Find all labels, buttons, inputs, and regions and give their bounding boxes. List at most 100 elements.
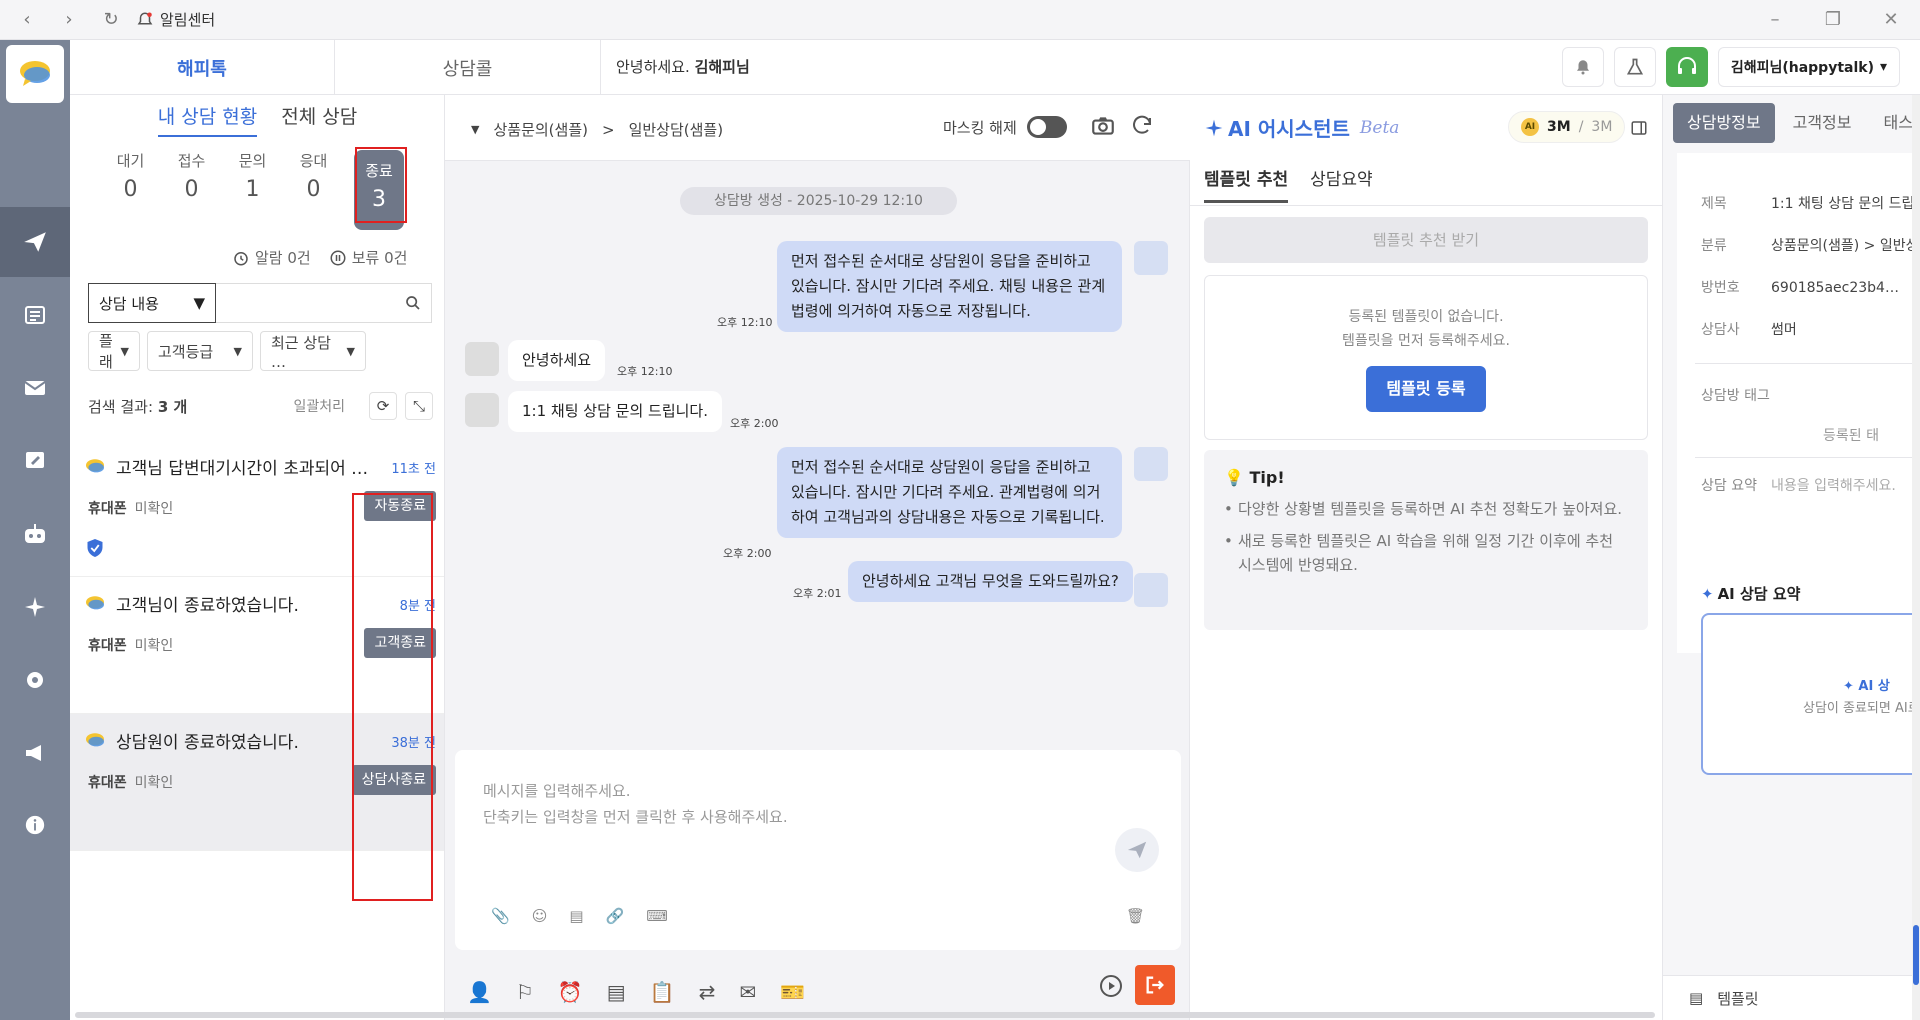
sidebar-item-chat[interactable] (0, 207, 70, 277)
exit-icon (1146, 976, 1164, 994)
sidebar-item-bot[interactable] (0, 499, 70, 569)
user-check-icon[interactable]: 👤 (467, 980, 492, 1004)
count-waiting[interactable]: 대기 0 (100, 150, 161, 230)
count-received[interactable]: 접수 0 (161, 150, 222, 230)
chat-panel: ▼ 상품문의(샘플) > 일반상담(샘플) 마스킹 해제 상담방 생성 - 20… (445, 95, 1190, 1020)
hold-label: 보류 0건 (351, 249, 408, 267)
search-icon[interactable] (405, 295, 421, 311)
consultation-list-panel: 내 상담 현황 전체 상담 대기 0 접수 0 문의 1 응대 0 종료 3 알람 0건 … (70, 95, 445, 1020)
tab-all-consult[interactable]: 전체 상담 (281, 95, 357, 139)
message-input[interactable]: 메시지를 입력해주세요. 단축키는 입력창을 먼저 클릭한 후 사용해주세요. … (455, 750, 1181, 950)
agent-avatar-icon (1134, 573, 1168, 607)
toggle-switch[interactable] (1026, 116, 1067, 138)
agent-message: 먼저 접수된 순서대로 상담원이 응답을 준비하고 있습니다. 잠시만 기다려 … (777, 241, 1122, 332)
message-time: 오후 12:10 (617, 365, 673, 378)
refresh-icon[interactable]: ↻ (96, 9, 126, 30)
item-title-text: 고객님이 종료하였습니다. (116, 596, 299, 616)
tab-room-info[interactable]: 상담방정보 (1673, 103, 1775, 143)
panel-toggle-icon[interactable] (1630, 119, 1648, 137)
agent-status-button[interactable] (1665, 47, 1708, 87)
tab-my-status[interactable]: 내 상담 현황 (157, 95, 258, 137)
collapse-icon[interactable]: ⤡ (405, 392, 433, 420)
hold-count[interactable]: 보류 0건 (329, 247, 408, 268)
notification-center[interactable]: 알림센터 (136, 9, 215, 30)
sidebar-item-settings[interactable] (0, 645, 70, 715)
summary-input[interactable]: 내용을 입력해주세요. (1771, 478, 1896, 494)
tab-summary[interactable]: 상담요약 (1310, 165, 1373, 203)
scrollbar-thumb[interactable] (1913, 925, 1919, 985)
search-input[interactable] (216, 283, 432, 323)
breadcrumb-category[interactable]: 상품문의(샘플) (493, 119, 588, 140)
user-dropdown[interactable]: 김해피님(happytalk) ▾ (1717, 47, 1900, 87)
restore-icon[interactable]: ❐ (1804, 0, 1862, 40)
top-bar: 해피톡 상담콜 안녕하세요. 김해피님 김해피님(happytalk) ▾ (70, 40, 1920, 95)
forward-icon[interactable]: › (54, 9, 84, 30)
breadcrumb: ▼ 상품문의(샘플) > 일반상담(샘플) (471, 119, 723, 140)
agent-message: 안녕하세요 고객님 무엇을 도와드릴까요? (848, 561, 1133, 602)
mask-toggle[interactable]: 마스킹 해제 (943, 116, 1067, 138)
edit-note-icon (26, 452, 44, 468)
scrollbar[interactable] (1912, 95, 1920, 1020)
transfer-icon[interactable]: ⇄ (699, 980, 716, 1004)
camera-icon[interactable] (1090, 113, 1116, 139)
sidebar-item-edit[interactable] (0, 426, 70, 496)
filter-recent[interactable]: 최근 상담 … ▼ (260, 331, 366, 371)
sidebar-item-info[interactable] (0, 790, 70, 860)
message-time: 오후 2:01 (793, 587, 842, 600)
lab-button[interactable] (1613, 47, 1656, 87)
sparkle-icon (25, 597, 45, 617)
sidebar-item-ai[interactable] (0, 572, 70, 642)
recommend-button[interactable]: 템플릿 추천 받기 (1204, 217, 1648, 263)
ticket-icon[interactable]: 🎫 (780, 980, 805, 1004)
keyboard-icon[interactable]: ⌨ (646, 907, 668, 925)
template-icon[interactable]: ▤ (569, 907, 583, 925)
link-icon[interactable]: 🔗 (606, 907, 625, 925)
horizontal-scrollbar[interactable] (75, 1012, 1655, 1018)
breadcrumb-subcategory[interactable]: 일반상담(샘플) (629, 119, 724, 140)
minimize-icon[interactable]: – (1746, 0, 1804, 40)
mail-icon[interactable]: ✉ (739, 980, 756, 1004)
filter-flag[interactable]: 플래 ▼ (88, 331, 140, 371)
info-value: 1:1 채팅 상담 문의 드립 (1771, 196, 1915, 212)
alarm-clock-icon[interactable]: ⏰ (558, 980, 583, 1004)
attach-icon[interactable]: 📎 (491, 907, 510, 925)
tab-happytalk[interactable]: 해피톡 (70, 40, 335, 95)
chevron-down-icon[interactable]: ▼ (471, 123, 479, 136)
register-template-button[interactable]: 템플릿 등록 (1366, 366, 1486, 412)
alarm-count[interactable]: 알람 0건 (232, 247, 311, 268)
app-logo[interactable] (6, 45, 64, 103)
clipboard-icon[interactable]: 📋 (650, 980, 675, 1004)
info-value: 690185aec23b4… (1771, 280, 1899, 296)
item-status: 미확인 (134, 638, 174, 654)
sidebar-item-mail[interactable] (0, 353, 70, 423)
close-icon[interactable]: ✕ (1862, 0, 1920, 40)
template-footer[interactable]: ▤ 템플릿 (1663, 975, 1920, 1020)
tab-call[interactable]: 상담콜 (335, 40, 601, 95)
flag-icon[interactable]: ⚐ (516, 980, 534, 1004)
play-icon[interactable] (1099, 974, 1123, 998)
exit-button[interactable] (1135, 965, 1175, 1005)
bulk-button[interactable]: 일괄처리 (293, 396, 345, 416)
tab-template-recommend[interactable]: 템플릿 추천 (1204, 165, 1289, 203)
tab-customer-info[interactable]: 고객정보 (1779, 103, 1866, 143)
back-icon[interactable]: ‹ (12, 9, 42, 30)
count-inquiry[interactable]: 문의 1 (222, 150, 283, 230)
document-icon[interactable]: ▤ (607, 980, 626, 1004)
item-meta: 휴대폰 미확인 (88, 635, 173, 655)
input-placeholder: 메시지를 입력해주세요. (483, 782, 631, 800)
count-responding[interactable]: 응대 0 (283, 150, 344, 230)
ai-summary-box-text: 상담이 종료되면 AI로 (1803, 701, 1920, 716)
result-prefix: 검색 결과: (88, 397, 154, 416)
emoji-icon[interactable]: ☺ (532, 907, 548, 925)
notification-button[interactable] (1561, 47, 1604, 87)
sidebar-item-list[interactable] (0, 280, 70, 350)
refresh-icon[interactable] (1130, 113, 1154, 137)
paper-plane-icon (1127, 841, 1147, 859)
filter-grade[interactable]: 고객등급 ▼ (147, 331, 253, 371)
reload-icon[interactable]: ⟳ (369, 392, 397, 420)
send-button[interactable] (1115, 828, 1159, 872)
search-type-select[interactable]: 상담 내용 ▼ (88, 283, 216, 323)
headset-icon (1677, 57, 1696, 74)
trash-icon[interactable]: 🗑 (1126, 907, 1145, 925)
sidebar-item-notice[interactable] (0, 718, 70, 788)
